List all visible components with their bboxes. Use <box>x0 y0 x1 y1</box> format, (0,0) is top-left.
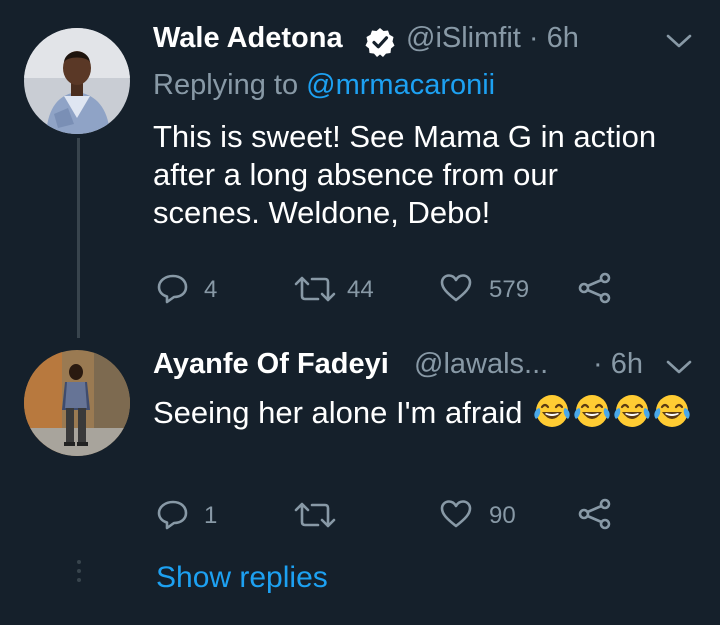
retweet-icon[interactable] <box>294 274 336 309</box>
tweet-text: Seeing her alone I'm afraid <box>153 395 523 430</box>
like-count: 579 <box>489 276 530 303</box>
tweet-text: This is sweet! See Mama G in action afte… <box>153 119 657 230</box>
replying-to-line: Replying to @mrmacaronii <box>153 69 495 102</box>
handle-text[interactable]: @iSlimfit <box>406 22 521 54</box>
tweet-author-name[interactable]: Ayanfe Of Fadeyi <box>153 348 389 381</box>
retweet-icon[interactable] <box>294 500 336 535</box>
face-with-tears-of-joy-icon <box>613 392 651 430</box>
tweet-author-handle[interactable]: @lawals... <box>414 348 548 381</box>
chevron-down-icon[interactable] <box>664 356 694 378</box>
avatar-ayanfe-of-fadeyi[interactable] <box>24 350 130 456</box>
replying-to-label: Replying to <box>153 69 299 101</box>
face-with-tears-of-joy-icon <box>653 392 691 430</box>
tweet-time[interactable]: · 6h <box>529 22 579 54</box>
replying-to-link[interactable]: @mrmacaronii <box>306 69 495 101</box>
tweet-author-handle: @iSlimfit · 6h <box>406 22 579 55</box>
face-with-tears-of-joy-icon <box>533 392 571 430</box>
reply-icon[interactable] <box>156 498 190 535</box>
reply-count: 1 <box>204 502 218 529</box>
tweet-text-block: Seeing her alone I'm afraid <box>153 392 703 432</box>
verified-badge-icon <box>364 26 396 58</box>
reply-icon[interactable] <box>156 272 190 309</box>
share-icon[interactable] <box>578 272 612 309</box>
thread-gap-dots <box>77 560 81 587</box>
like-icon[interactable] <box>439 272 473 309</box>
share-icon[interactable] <box>578 498 612 535</box>
emoji-row <box>531 395 691 430</box>
chevron-down-icon[interactable] <box>664 30 694 52</box>
tweet-time[interactable]: · 6h <box>593 348 643 381</box>
reply-count: 4 <box>204 276 218 303</box>
like-count: 90 <box>489 502 516 529</box>
avatar-wale-adetona[interactable] <box>24 28 130 134</box>
retweet-count: 44 <box>347 276 374 303</box>
face-with-tears-of-joy-icon <box>573 392 611 430</box>
thread-connector-line <box>77 138 80 338</box>
tweet-author-name[interactable]: Wale Adetona <box>153 22 343 55</box>
show-replies-link[interactable]: Show replies <box>156 561 328 595</box>
like-icon[interactable] <box>439 498 473 535</box>
